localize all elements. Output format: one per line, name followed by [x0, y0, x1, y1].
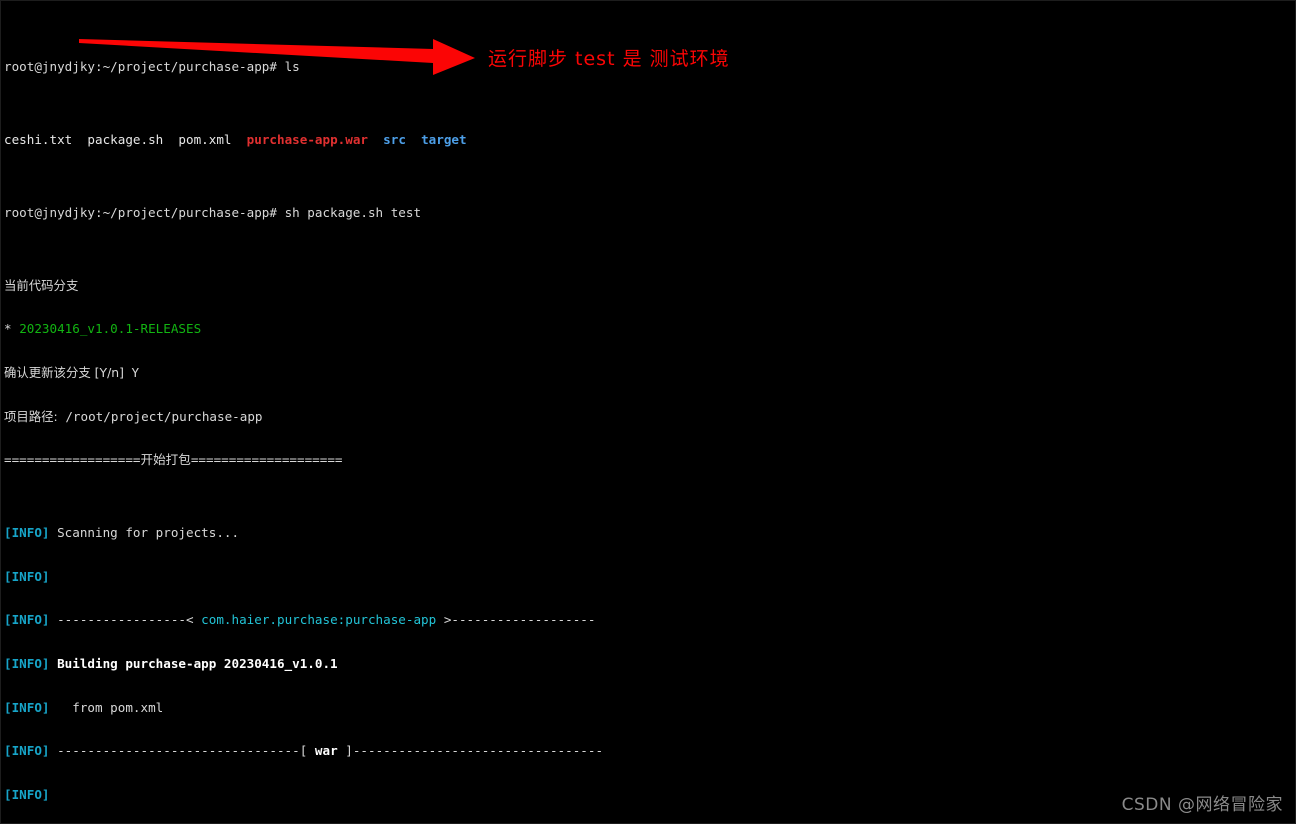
terminal-output[interactable]: root@jnydjky:~/project/purchase-app# ls …	[4, 2, 1294, 823]
info-label: [INFO]	[4, 612, 50, 628]
terminal-line-confirm: 确认更新该分支 [Y/n] Y	[4, 364, 1294, 381]
info-text: Scanning for projects...	[57, 525, 240, 541]
branch-header-label: 当前代码分支	[4, 277, 79, 293]
branch-name: 20230416_v1.0.1-RELEASES	[19, 321, 202, 337]
ls-archive-0: purchase-app.war	[246, 132, 368, 148]
info-label: [INFO]	[4, 568, 50, 584]
confirm-answer: Y	[131, 364, 140, 380]
info-label: [INFO]	[4, 787, 50, 803]
info-label: [INFO]	[4, 699, 50, 715]
terminal-line-project-path: 项目路径: /root/project/purchase-app	[4, 408, 1294, 425]
shell-prompt: root@jnydjky:~/project/purchase-app#	[4, 59, 277, 75]
terminal-line-command-package: root@jnydjky:~/project/purchase-app# sh …	[4, 204, 1294, 221]
command-text: sh package.sh test	[284, 204, 422, 220]
terminal-window[interactable]: root@jnydjky:~/project/purchase-app# ls …	[0, 0, 1296, 824]
ls-directory-0: src	[383, 132, 406, 148]
info-label: [INFO]	[4, 743, 50, 759]
info-label: [INFO]	[4, 525, 50, 541]
project-path-label: 项目路径:	[4, 408, 58, 424]
ls-directory-1: target	[421, 132, 467, 148]
separator-dashes: >-------------------	[443, 612, 596, 628]
terminal-line-building: [INFO] Building purchase-app 20230416_v1…	[4, 656, 1294, 672]
csdn-watermark: CSDN @网络冒险家	[1121, 795, 1283, 815]
project-path-value: /root/project/purchase-app	[65, 408, 263, 424]
terminal-line-project-banner: [INFO] -----------------< com.haier.purc…	[4, 613, 1294, 628]
terminal-line-packaging-type: [INFO] --------------------------------[…	[4, 744, 1294, 759]
confirm-prompt: 确认更新该分支 [Y/n]	[4, 364, 124, 380]
separator-dashes: ]---------------------------------	[345, 743, 604, 759]
packaging-banner: ==================开始打包==================…	[4, 452, 343, 468]
ls-file-1: package.sh	[87, 132, 164, 148]
terminal-line-branch-header: 当前代码分支	[4, 277, 1294, 294]
building-text: Building purchase-app 20230416_v1.0.1	[57, 656, 338, 672]
terminal-line-info: [INFO]	[4, 568, 1294, 585]
terminal-line-info: [INFO] Scanning for projects...	[4, 525, 1294, 541]
terminal-line-from-pom: [INFO] from pom.xml	[4, 699, 1294, 716]
branch-marker: *	[4, 321, 12, 337]
project-coordinates: com.haier.purchase:purchase-app	[201, 612, 437, 628]
from-pom-text: from pom.xml	[72, 699, 164, 715]
info-label: [INFO]	[4, 656, 50, 672]
packaging-type: war	[314, 743, 338, 759]
separator-dashes: --------------------------------[	[57, 743, 308, 759]
terminal-line-ls-output: ceshi.txt package.sh pom.xml purchase-ap…	[4, 132, 1294, 148]
terminal-line-branch-name: * 20230416_v1.0.1-RELEASES	[4, 322, 1294, 337]
ls-file-0: ceshi.txt	[4, 132, 73, 148]
terminal-line-info: [INFO]	[4, 787, 1294, 803]
terminal-line-command-ls: root@jnydjky:~/project/purchase-app# ls	[4, 59, 1294, 75]
terminal-line-packaging-banner: ==================开始打包==================…	[4, 453, 1294, 468]
ls-file-2: pom.xml	[178, 132, 232, 148]
shell-prompt: root@jnydjky:~/project/purchase-app#	[4, 204, 277, 220]
separator-dashes: -----------------<	[57, 612, 194, 628]
command-text: ls	[284, 59, 300, 75]
